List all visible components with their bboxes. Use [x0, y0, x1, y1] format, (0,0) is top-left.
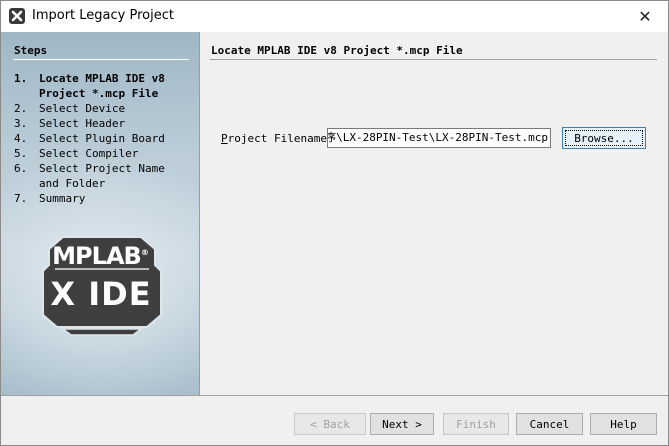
title-bar: Import Legacy Project ✕ [1, 1, 668, 32]
cancel-button[interactable]: Cancel [516, 413, 583, 435]
project-filename-input[interactable]: 程序\LX-28PIN-Test\LX-28PIN-Test.mcp [327, 128, 551, 148]
step-label: Select Project Name and Folder [39, 162, 165, 190]
wizard-content: Locate MPLAB IDE v8 Project *.mcp File P… [200, 32, 668, 395]
steps-heading: Steps [14, 44, 48, 57]
mplab-x-ide-logo: MPLAB® X IDE [41, 231, 163, 343]
step-number: 4. [14, 132, 28, 145]
close-button[interactable]: ✕ [622, 1, 668, 32]
help-button[interactable]: Help [590, 413, 657, 435]
step-item: 7. Summary [14, 191, 189, 206]
step-label: Select Device [39, 102, 126, 115]
step-item: 6. Select Project Name and Folder [14, 161, 189, 191]
step-label: Select Plugin Board [39, 132, 165, 145]
step-number: 1. [14, 72, 28, 85]
logo-text-x-ide: X IDE [50, 275, 152, 313]
step-number: 2. [14, 102, 28, 115]
step-label: Select Header [39, 117, 126, 130]
steps-divider [13, 59, 189, 60]
import-legacy-project-dialog: Import Legacy Project ✕ Steps 1. Locate … [0, 0, 669, 446]
back-button[interactable]: < Back [294, 413, 366, 435]
step-number: 3. [14, 117, 28, 130]
logo-text-mplab: MPLAB® [52, 242, 149, 270]
steps-list: 1. Locate MPLAB IDE v8 Project *.mcp Fil… [14, 71, 189, 206]
close-icon: ✕ [638, 7, 652, 26]
step-item: 3. Select Header [14, 116, 189, 131]
page-divider [210, 59, 657, 60]
steps-panel: Steps 1. Locate MPLAB IDE v8 Project *.m… [1, 32, 200, 395]
next-button[interactable]: Next > [370, 413, 434, 435]
step-label: Summary [39, 192, 86, 205]
step-number: 6. [14, 162, 28, 175]
finish-button[interactable]: Finish [443, 413, 509, 435]
browse-button[interactable]: Browse... [562, 127, 646, 149]
mplab-x-app-icon [9, 8, 25, 24]
step-label: Locate MPLAB IDE v8 Project *.mcp File [39, 72, 165, 100]
project-filename-label: Project Filename: [221, 132, 334, 145]
step-number: 7. [14, 192, 28, 205]
page-title: Locate MPLAB IDE v8 Project *.mcp File [211, 44, 463, 57]
window-title: Import Legacy Project [32, 8, 174, 23]
step-item: 2. Select Device [14, 101, 189, 116]
step-item: 5. Select Compiler [14, 146, 189, 161]
step-number: 5. [14, 147, 28, 160]
step-item: 1. Locate MPLAB IDE v8 Project *.mcp Fil… [14, 71, 189, 101]
step-label: Select Compiler [39, 147, 139, 160]
step-item: 4. Select Plugin Board [14, 131, 189, 146]
button-bar-separator [1, 395, 668, 396]
